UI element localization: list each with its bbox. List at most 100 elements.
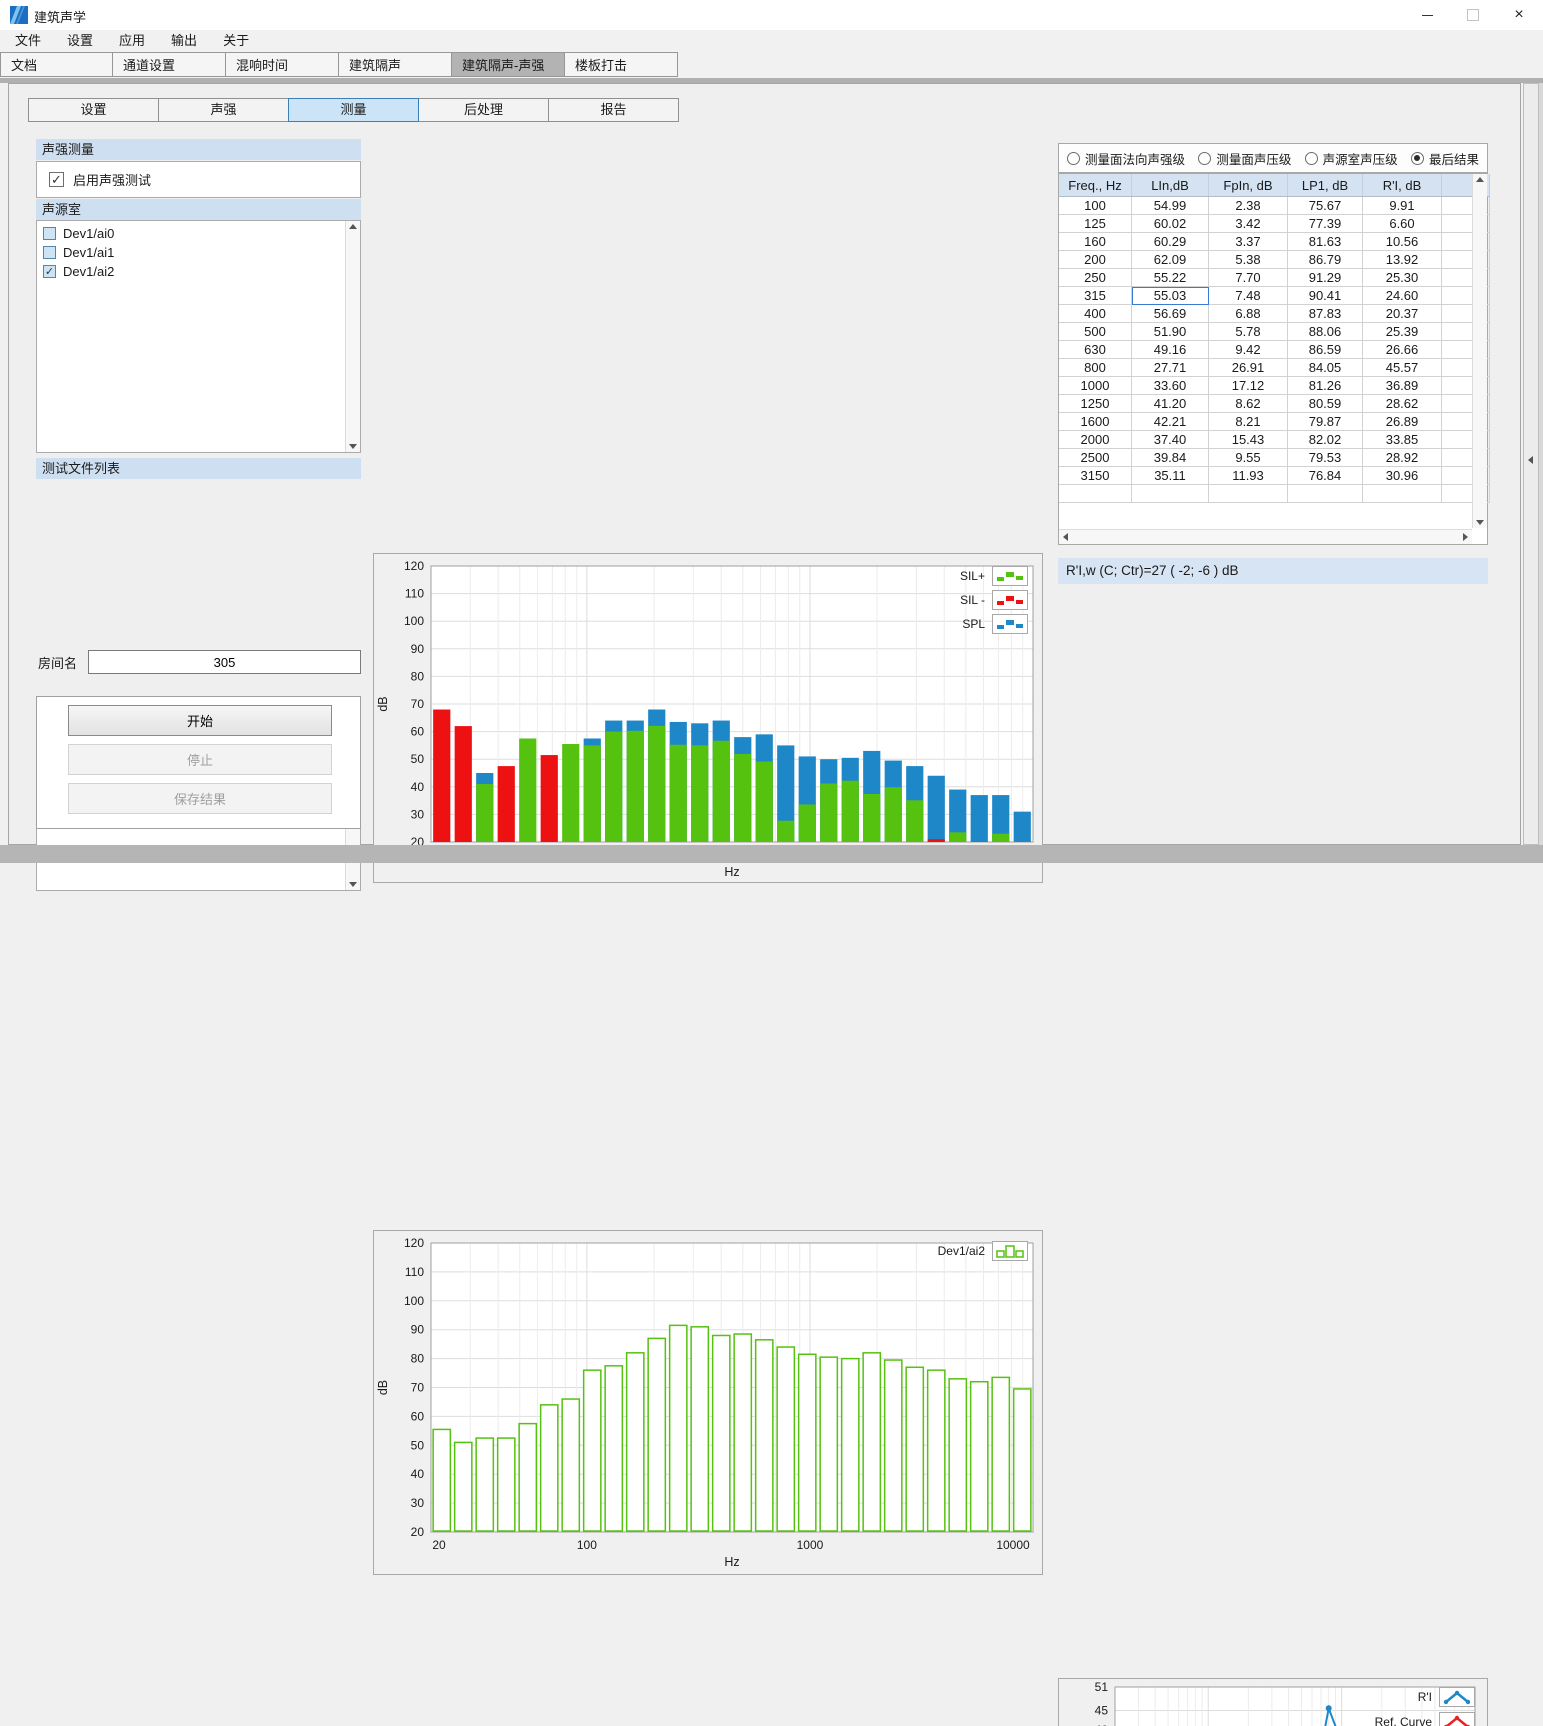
table-cell[interactable]: 90.41: [1288, 287, 1363, 305]
table-cell[interactable]: 8.21: [1209, 413, 1288, 431]
table-cell[interactable]: 26.91: [1209, 359, 1288, 377]
table-cell[interactable]: 60.29: [1132, 233, 1209, 251]
table-cell[interactable]: 160: [1059, 233, 1132, 251]
channel-checkbox[interactable]: ✓: [43, 265, 56, 278]
menu-item[interactable]: 文件: [2, 30, 54, 52]
collapse-panel-arrow[interactable]: [1528, 456, 1533, 464]
table-cell[interactable]: 125: [1059, 215, 1132, 233]
table-cell[interactable]: 13.92: [1363, 251, 1442, 269]
table-cell[interactable]: 17.12: [1209, 377, 1288, 395]
table-header-cell[interactable]: LP1, dB: [1288, 174, 1363, 197]
table-cell[interactable]: 5.78: [1209, 323, 1288, 341]
table-cell[interactable]: 6.88: [1209, 305, 1288, 323]
start-button[interactable]: 开始: [68, 705, 332, 736]
table-cell[interactable]: 36.89: [1363, 377, 1442, 395]
table-cell[interactable]: 20.37: [1363, 305, 1442, 323]
table-cell[interactable]: 2000: [1059, 431, 1132, 449]
table-cell[interactable]: 26.89: [1363, 413, 1442, 431]
table-cell[interactable]: 30.96: [1363, 467, 1442, 485]
side-panel-splitter[interactable]: [1523, 83, 1539, 845]
sub-tab[interactable]: 后处理: [418, 98, 549, 122]
table-cell[interactable]: [1059, 485, 1132, 503]
table-cell[interactable]: 8.62: [1209, 395, 1288, 413]
table-cell[interactable]: 7.70: [1209, 269, 1288, 287]
table-cell[interactable]: [1132, 485, 1209, 503]
table-cell[interactable]: 500: [1059, 323, 1132, 341]
table-cell[interactable]: 33.85: [1363, 431, 1442, 449]
enable-intensity-row[interactable]: ✓ 启用声强测试: [36, 161, 361, 198]
table-cell[interactable]: 86.59: [1288, 341, 1363, 359]
menu-item[interactable]: 关于: [210, 30, 262, 52]
table-cell[interactable]: 81.63: [1288, 233, 1363, 251]
table-cell[interactable]: 55.03: [1132, 287, 1209, 305]
maximize-button[interactable]: [1450, 0, 1496, 30]
table-cell[interactable]: 11.93: [1209, 467, 1288, 485]
table-cell[interactable]: 315: [1059, 287, 1132, 305]
table-cell[interactable]: 10.56: [1363, 233, 1442, 251]
table-cell[interactable]: 91.29: [1288, 269, 1363, 287]
table-cell[interactable]: 250: [1059, 269, 1132, 287]
close-button[interactable]: ×: [1496, 0, 1542, 30]
channel-checkbox[interactable]: [43, 246, 56, 259]
main-tab[interactable]: 混响时间: [226, 52, 339, 77]
table-cell[interactable]: 3.42: [1209, 215, 1288, 233]
table-cell[interactable]: 25.30: [1363, 269, 1442, 287]
table-cell[interactable]: 75.67: [1288, 197, 1363, 215]
table-header-cell[interactable]: Freq., Hz: [1059, 174, 1132, 197]
table-cell[interactable]: 3.37: [1209, 233, 1288, 251]
table-vertical-scrollbar[interactable]: [1472, 174, 1487, 528]
table-cell[interactable]: 35.11: [1132, 467, 1209, 485]
radio-option[interactable]: 测量面法向声强级: [1067, 149, 1185, 168]
minimize-button[interactable]: [1404, 0, 1450, 30]
table-cell[interactable]: 15.43: [1209, 431, 1288, 449]
main-tab[interactable]: 楼板打击: [565, 52, 678, 77]
table-cell[interactable]: 630: [1059, 341, 1132, 359]
channel-row[interactable]: Dev1/ai0: [37, 224, 360, 243]
table-cell[interactable]: [1209, 485, 1288, 503]
table-cell[interactable]: 87.83: [1288, 305, 1363, 323]
room-name-input[interactable]: [88, 650, 361, 674]
table-header-cell[interactable]: FpIn, dB: [1209, 174, 1288, 197]
channel-checkbox[interactable]: [43, 227, 56, 240]
main-tab[interactable]: 建筑隔声: [339, 52, 452, 77]
table-cell[interactable]: 84.05: [1288, 359, 1363, 377]
table-cell[interactable]: 400: [1059, 305, 1132, 323]
channel-row[interactable]: Dev1/ai1: [37, 243, 360, 262]
table-cell[interactable]: 82.02: [1288, 431, 1363, 449]
table-horizontal-scrollbar[interactable]: [1059, 529, 1472, 544]
scroll-up-arrow[interactable]: [1476, 177, 1484, 182]
stop-button[interactable]: 停止: [68, 744, 332, 775]
table-cell[interactable]: 200: [1059, 251, 1132, 269]
table-cell[interactable]: 6.60: [1363, 215, 1442, 233]
table-cell[interactable]: 51.90: [1132, 323, 1209, 341]
table-cell[interactable]: 49.16: [1132, 341, 1209, 359]
table-cell[interactable]: 56.69: [1132, 305, 1209, 323]
radio-button[interactable]: [1411, 152, 1424, 165]
scroll-up-arrow[interactable]: [349, 224, 357, 229]
main-tab[interactable]: 建筑隔声-声强: [452, 52, 565, 77]
table-cell[interactable]: 42.21: [1132, 413, 1209, 431]
menu-item[interactable]: 输出: [158, 30, 210, 52]
save-results-button[interactable]: 保存结果: [68, 783, 332, 814]
table-cell[interactable]: 54.99: [1132, 197, 1209, 215]
scroll-down-arrow[interactable]: [1476, 520, 1484, 525]
table-cell[interactable]: 76.84: [1288, 467, 1363, 485]
channel-list-scrollbar[interactable]: [345, 221, 360, 452]
scroll-right-arrow[interactable]: [1463, 533, 1468, 541]
channel-row[interactable]: ✓Dev1/ai2: [37, 262, 360, 281]
table-cell[interactable]: [1288, 485, 1363, 503]
table-cell[interactable]: 9.42: [1209, 341, 1288, 359]
radio-option[interactable]: 声源室声压级: [1305, 149, 1398, 168]
table-cell[interactable]: 79.87: [1288, 413, 1363, 431]
scroll-left-arrow[interactable]: [1063, 533, 1068, 541]
table-cell[interactable]: [1363, 485, 1442, 503]
table-cell[interactable]: 9.91: [1363, 197, 1442, 215]
table-cell[interactable]: 800: [1059, 359, 1132, 377]
table-cell[interactable]: 33.60: [1132, 377, 1209, 395]
table-cell[interactable]: 88.06: [1288, 323, 1363, 341]
sub-tab[interactable]: 测量: [288, 98, 419, 122]
radio-button[interactable]: [1305, 152, 1318, 165]
menu-item[interactable]: 设置: [54, 30, 106, 52]
enable-intensity-checkbox[interactable]: ✓: [49, 172, 64, 187]
table-cell[interactable]: 1000: [1059, 377, 1132, 395]
